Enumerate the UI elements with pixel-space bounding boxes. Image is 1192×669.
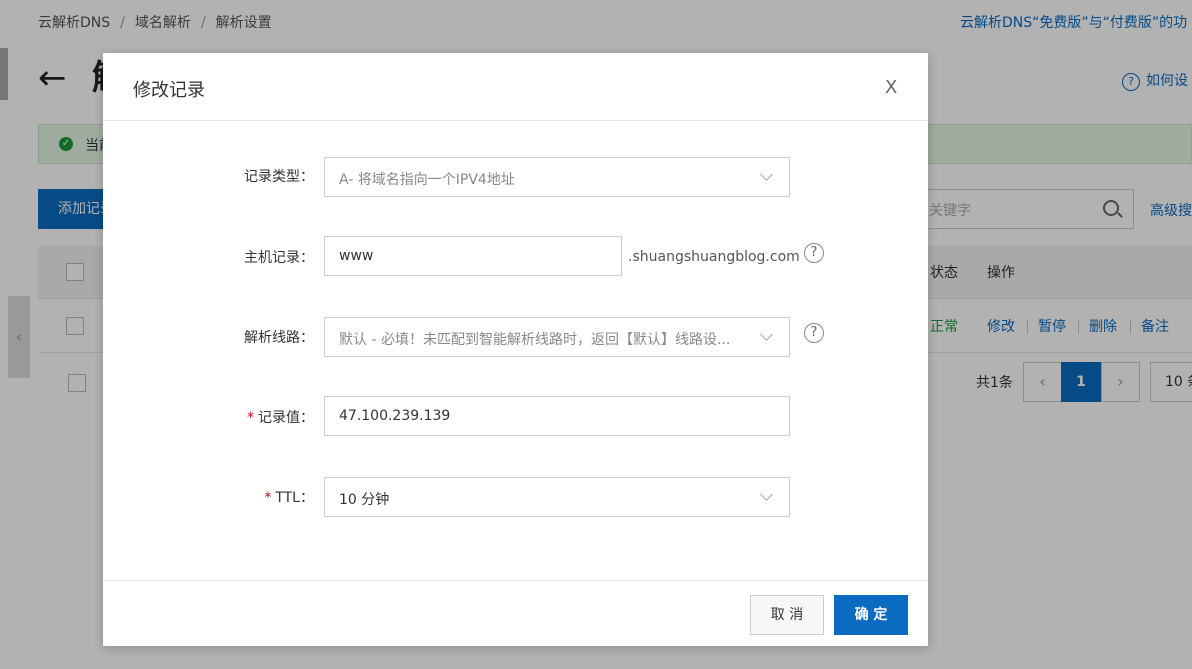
domain-suffix: .shuangshuangblog.com <box>628 249 800 265</box>
host-record-label: 主机记录： <box>244 250 314 266</box>
ttl-label: * TTL： <box>103 487 314 507</box>
cancel-button[interactable]: 取 消 <box>750 595 824 635</box>
record-value-label-text: 记录值： <box>258 410 314 426</box>
required-marker: * <box>264 490 272 506</box>
record-value-label: * 记录值： <box>103 407 314 427</box>
close-icon[interactable]: X <box>885 77 897 98</box>
host-record-input[interactable]: www <box>324 236 622 276</box>
resolution-line-value: 默认 - 必填！未匹配到智能解析线路时，返回【默认】线路设... <box>339 332 731 348</box>
dialog-header: 修改记录 X <box>103 53 928 121</box>
host-record-value: www <box>339 248 374 264</box>
resolution-line-label: 解析线路： <box>244 330 314 346</box>
confirm-button[interactable]: 确 定 <box>834 595 908 635</box>
dialog-title: 修改记录 <box>133 80 205 101</box>
question-icon[interactable]: ? <box>804 323 824 343</box>
required-marker: * <box>247 410 254 426</box>
question-icon[interactable]: ? <box>804 243 824 263</box>
edit-record-dialog: 修改记录 X 记录类型： A- 将域名指向一个IPV4地址 主机记录： www … <box>103 53 928 646</box>
dialog-footer-divider <box>103 580 928 581</box>
record-type-select[interactable]: A- 将域名指向一个IPV4地址 <box>324 157 790 197</box>
resolution-line-select[interactable]: 默认 - 必填！未匹配到智能解析线路时，返回【默认】线路设... <box>324 317 790 357</box>
chevron-down-icon <box>760 488 773 501</box>
record-value-input[interactable]: 47.100.239.139 <box>324 396 790 436</box>
record-type-label: 记录类型： <box>244 169 314 185</box>
ttl-value: 10 分钟 <box>339 492 390 508</box>
record-value-value: 47.100.239.139 <box>339 408 451 424</box>
ttl-label-text: TTL： <box>275 490 314 506</box>
chevron-down-icon <box>760 328 773 341</box>
ttl-select[interactable]: 10 分钟 <box>324 477 790 517</box>
chevron-down-icon <box>760 168 773 181</box>
record-type-value: A- 将域名指向一个IPV4地址 <box>339 172 515 188</box>
